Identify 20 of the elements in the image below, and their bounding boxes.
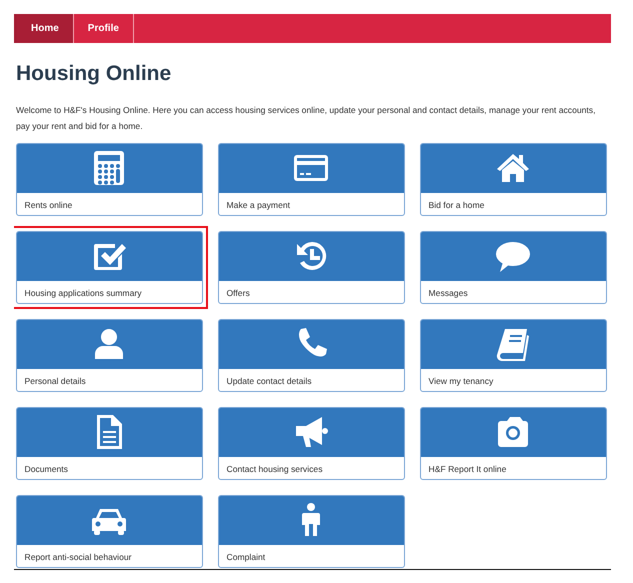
intro-paragraph: Welcome to H&F's Housing Online. Here you can access housing services online, update your personal and contact details, manage your rent accounts, pay your rent and bid for a home. bbox=[16, 104, 596, 134]
book-icon bbox=[495, 326, 531, 362]
service-tile[interactable]: Documents bbox=[16, 406, 202, 480]
service-tile[interactable]: H&F Report It online bbox=[420, 406, 606, 480]
service-tile[interactable]: Personal details bbox=[16, 318, 202, 392]
service-tile[interactable]: Housing applications summary bbox=[16, 230, 202, 304]
service-tile[interactable]: View my tenancy bbox=[420, 318, 606, 392]
nav-tab[interactable]: Profile bbox=[74, 14, 134, 43]
service-tile[interactable]: Report anti-social behaviour bbox=[16, 494, 202, 568]
nav-tab[interactable]: Home bbox=[17, 14, 74, 43]
service-tile[interactable]: Bid for a home bbox=[420, 142, 606, 216]
service-tile[interactable]: Contact housing services bbox=[218, 406, 404, 480]
service-tile[interactable]: Complaint bbox=[218, 494, 404, 568]
service-tile[interactable]: Update contact details bbox=[218, 318, 404, 392]
calculator-icon bbox=[91, 150, 127, 186]
service-tile[interactable]: Rents online bbox=[16, 142, 202, 216]
service-tile[interactable]: Offers bbox=[218, 230, 404, 304]
service-tile[interactable]: Messages bbox=[420, 230, 606, 304]
page-title: Housing Online bbox=[16, 61, 172, 86]
service-tile[interactable]: Make a payment bbox=[218, 142, 404, 216]
